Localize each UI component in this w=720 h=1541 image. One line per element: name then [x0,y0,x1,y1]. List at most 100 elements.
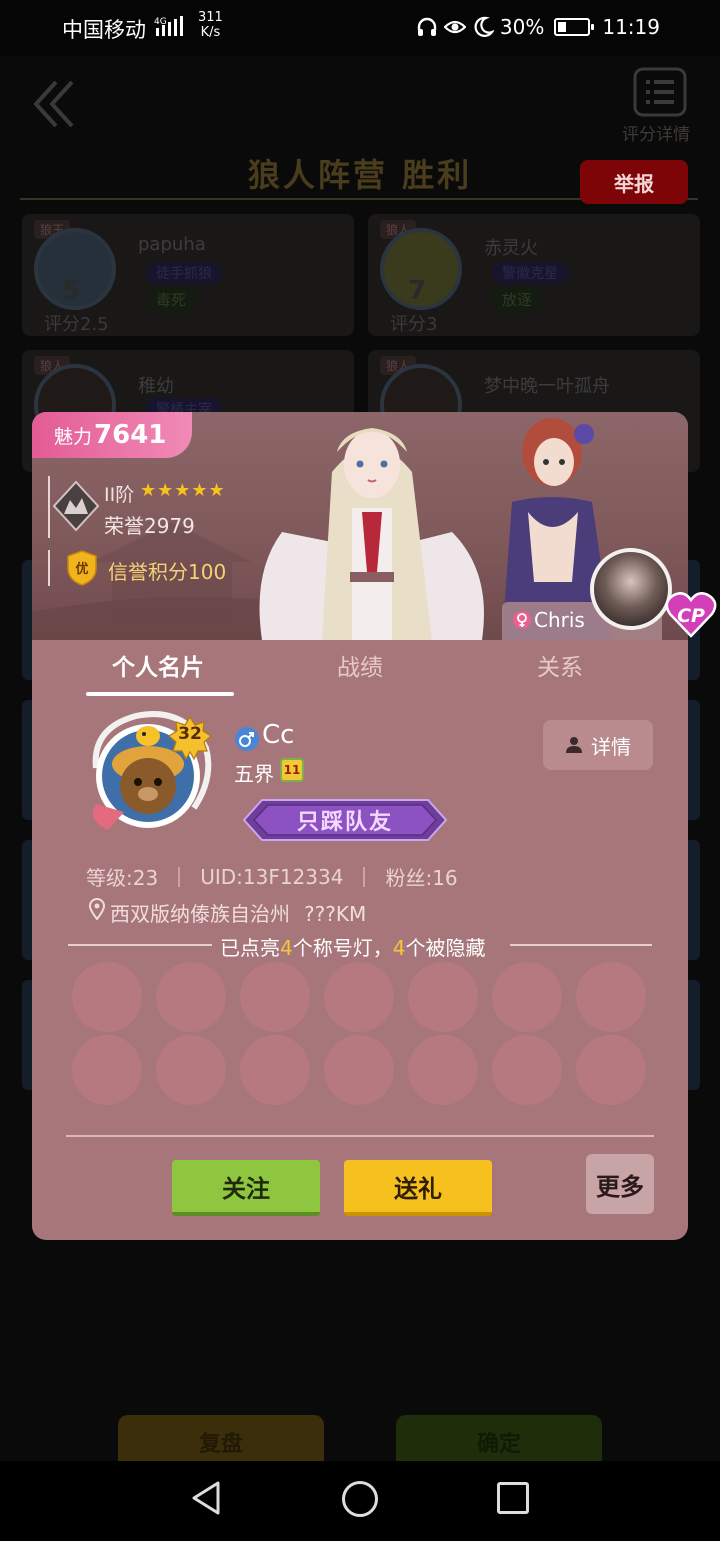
rank-tier: II阶 [104,484,135,506]
player-seat: 7 [408,276,427,306]
player-card[interactable]: 狼王 5 评分2.5 papuha 徒手抓狼 毒死 [22,214,354,336]
profile-banner: 魅力 7641 II阶 ★★★★★ 荣誉2979 优 信誉积分100 Chris [32,412,688,640]
title-lamp-slot[interactable] [156,962,226,1032]
female-icon [513,611,531,629]
credit-score: 信誉积分100 [108,560,227,584]
player-name: papuha [138,234,206,255]
title-lamp-slot[interactable] [156,1035,226,1105]
rank-stars: ★★★★★ [140,480,226,501]
credit-badge-text: 优 [75,561,88,577]
title-lamp-slot[interactable] [324,1035,394,1105]
nav-back-icon[interactable] [188,1479,226,1517]
user-title: 只踩队友 [296,810,393,835]
nav-recent-icon[interactable] [497,1482,529,1514]
hidden-card-edge [22,560,32,680]
hidden-card-edge [688,840,700,960]
player-tag: 徒手抓狼 [146,262,222,284]
gift-button[interactable]: 送礼 [344,1160,492,1216]
title-lamp-slot[interactable] [72,1035,142,1105]
player-name: 赤灵火 [484,238,538,259]
location-pin-icon [88,898,106,920]
system-nav-bar [0,1461,720,1541]
signal-icon: 4G [154,16,183,36]
title-lamp-slot[interactable] [492,1035,562,1105]
charm-value: 7641 [94,420,167,450]
charm-label: 魅力 [54,426,93,448]
user-location: 西双版纳傣族自治州 ???KM [110,898,366,927]
stat-fans: 粉丝:16 [385,866,458,890]
cp-badge-icon: CP [665,592,717,638]
more-button[interactable]: 更多 [586,1154,654,1214]
battery-percent: 30% [499,15,545,39]
player-seat: 5 [62,276,81,306]
rank-divider [48,476,50,538]
hidden-card-edge [688,700,700,820]
title-lamp-slot[interactable] [72,962,142,1032]
user-level: 32 [178,724,202,744]
moon-icon [474,16,494,37]
player-tag: 警徽克星 [492,262,568,284]
tab-relationship[interactable]: 关系 [460,648,660,682]
lamps-divider-left [68,944,212,946]
headphones-icon [417,17,437,36]
user-stats: 等级:23 UID:13F12334 粉丝:16 [86,862,458,891]
profile-modal: 魅力 7641 II阶 ★★★★★ 荣誉2979 优 信誉积分100 Chris… [32,412,717,1240]
profile-tabs: 个人名片 战绩 关系 [32,640,688,700]
stat-level: 等级:23 [86,866,159,890]
report-button[interactable]: 举报 [580,160,688,204]
tab-record[interactable]: 战绩 [260,648,460,682]
credit-shield-icon: 优 [67,550,97,586]
tab-personal-card[interactable]: 个人名片 [58,648,258,682]
lamps-lit-count: 4 [280,936,293,960]
hidden-card-edge [22,980,32,1090]
title-lamps-summary: 已点亮4个称号灯，4个被隐藏 [220,936,486,960]
user-nickname: Cc [262,720,295,750]
score-detail-label[interactable]: 评分详情 [622,120,690,145]
title-lamp-slot[interactable] [240,1035,310,1105]
lamps-hidden-count: 4 [392,936,406,960]
location-distance: ???KM [304,902,367,926]
hidden-card-edge [22,700,32,820]
realm-badge: 11 [280,758,304,782]
cp-partner-avatar[interactable] [590,548,672,630]
honor-points: 荣誉2979 [104,514,195,538]
title-lamp-slot[interactable] [576,1035,646,1105]
title-lamp-slot[interactable] [408,962,478,1032]
follow-button[interactable]: 关注 [172,1160,320,1216]
clock: 11:19 [602,15,660,39]
nav-home-icon[interactable] [342,1481,378,1517]
player-fate: 毒死 [146,288,197,311]
title-lamp-slot[interactable] [408,1035,478,1105]
details-button[interactable]: 详情 [543,720,653,770]
charm-badge: 魅力 7641 [32,412,193,458]
status-right: 30% 11:19 [416,12,660,42]
player-card[interactable]: 狼人 7 评分3 赤灵火 警徽克星 放逐 [368,214,700,336]
cp-partner-name[interactable]: Chris [534,608,585,632]
status-bar: 中国移动 4G 311 K/s 30% 11:19 [0,0,720,56]
back-chevrons-icon[interactable] [30,76,78,132]
network-speed: 311 K/s [198,10,223,40]
battery-icon [554,18,595,36]
hidden-card-edge [688,980,700,1090]
user-realm: 五界 [234,762,274,786]
hidden-card-edge [22,840,32,960]
list-detail-icon[interactable] [632,66,688,118]
action-divider [66,1135,654,1137]
title-lamp-slot[interactable] [324,962,394,1032]
stat-uid: UID:13F12334 [200,864,344,889]
title-lamp-slot[interactable] [492,962,562,1032]
details-button-label: 详情 [591,734,631,759]
title-lamp-slot[interactable] [576,962,646,1032]
person-icon [566,737,582,753]
rank-wolf-badge-icon [52,480,100,532]
player-score: 评分2.5 [44,314,109,335]
active-tab-indicator [86,692,234,696]
location-name: 西双版纳傣族自治州 [110,902,290,926]
player-name: 梦中晚一叶孤舟 [484,376,610,397]
title-lamp-slot[interactable] [240,962,310,1032]
lamps-divider-right [510,944,652,946]
player-name: 稚幼 [138,376,174,397]
cp-badge-text: CP [677,605,705,627]
carrier-name: 中国移动 [62,18,146,42]
credit-divider [48,550,50,586]
